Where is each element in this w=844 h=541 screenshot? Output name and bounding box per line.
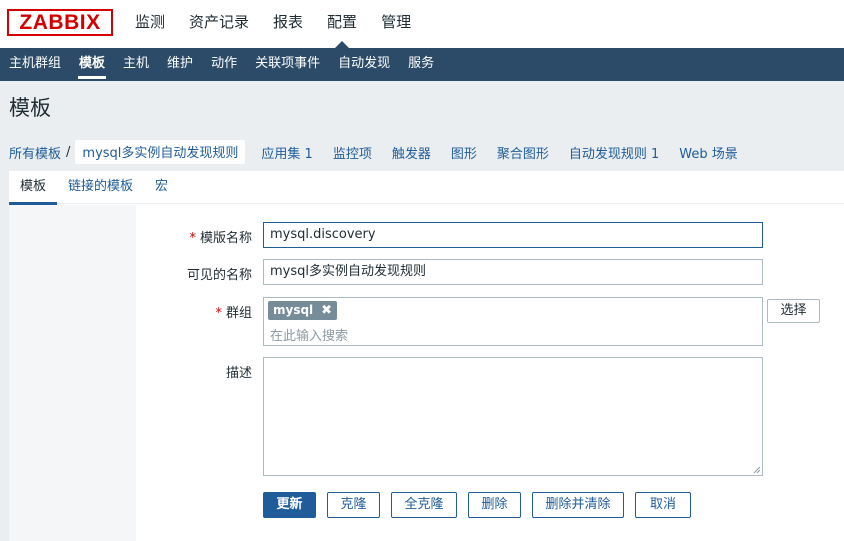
group-tag-label: mysql [273,303,314,317]
sub-menu-templates[interactable]: 模板 [70,48,114,81]
description-textarea[interactable] [263,357,763,476]
resize-grip-icon[interactable] [753,466,761,474]
sub-menu-discovery[interactable]: 自动发现 [329,48,399,81]
group-search-input[interactable]: 在此输入搜索 [270,325,348,344]
cancel-button[interactable]: 取消 [635,492,691,518]
page-title: 模板 [9,96,51,120]
sub-menu: 主机群组 模板 主机 维护 动作 关联项事件 自动发现 服务 [0,48,844,81]
template-name-input[interactable]: mysql.discovery [263,222,763,248]
visible-name-label: 可见的名称 [186,268,252,283]
tab-macros[interactable]: 宏 [144,171,179,204]
select-groups-button[interactable]: 选择 [767,299,820,323]
template-form-panel: 模板 链接的模板 宏 * 模版名称 mysql.discovery 可见的名称 m… [9,171,844,541]
sub-menu-correlation[interactable]: 关联项事件 [246,48,329,81]
required-mark: * [189,231,196,246]
tab-template[interactable]: 模板 [9,171,58,205]
link-triggers[interactable]: 触发器 [392,143,431,162]
breadcrumb-current-template[interactable]: mysql多实例自动发现规则 [75,140,246,164]
form-actions: 更新 克隆 全克隆 删除 删除并清除 取消 [263,492,702,518]
full-clone-button[interactable]: 全克隆 [391,492,457,518]
main-menu: 监测 资产记录 报表 配置 管理 [123,0,423,48]
main-menu-reports[interactable]: 报表 [261,0,315,48]
groups-multiselect[interactable]: mysql ✖ 在此输入搜索 [263,297,763,346]
link-applications[interactable]: 应用集 1 [261,143,312,162]
link-items[interactable]: 监控项 [333,143,372,162]
template-name-label: * 模版名称 [189,231,252,246]
update-button[interactable]: 更新 [263,492,316,518]
sub-menu-hosts[interactable]: 主机 [114,48,158,81]
sub-menu-maintenance[interactable]: 维护 [158,48,202,81]
sub-menu-actions[interactable]: 动作 [202,48,246,81]
visible-name-input[interactable]: mysql多实例自动发现规则 [263,259,763,285]
tab-linked-templates[interactable]: 链接的模板 [57,171,144,204]
sub-menu-host-groups[interactable]: 主机群组 [0,48,70,81]
breadcrumb-separator: / [66,144,71,160]
main-menu-monitoring[interactable]: 监测 [123,0,177,48]
form-left-gutter [9,205,136,541]
groups-label: * 群组 [215,306,252,321]
group-tag: mysql ✖ [268,301,338,320]
top-header: ZABBIX 监测 资产记录 报表 配置 管理 [0,0,844,48]
link-discovery-rules[interactable]: 自动发现规则 1 [569,143,659,162]
required-mark: * [215,306,222,321]
delete-button[interactable]: 删除 [468,492,521,518]
clone-button[interactable]: 克隆 [327,492,380,518]
breadcrumb: 所有模板 / mysql多实例自动发现规则 应用集 1 监控项 触发器 图形 聚… [9,140,748,164]
breadcrumb-all-templates[interactable]: 所有模板 [9,143,61,162]
description-label: 描述 [225,366,252,381]
zabbix-logo[interactable]: ZABBIX [7,9,113,36]
main-menu-inventory[interactable]: 资产记录 [177,0,261,48]
remove-tag-icon[interactable]: ✖ [321,301,332,320]
link-graphs[interactable]: 图形 [451,143,477,162]
sub-menu-services[interactable]: 服务 [399,48,443,81]
main-menu-configuration[interactable]: 配置 [315,0,369,48]
form-tabs: 模板 链接的模板 宏 [9,171,844,205]
delete-and-clear-button[interactable]: 删除并清除 [532,492,624,518]
main-menu-administration[interactable]: 管理 [369,0,423,48]
link-web-scenarios[interactable]: Web 场景 [679,143,737,162]
link-screens[interactable]: 聚合图形 [497,143,549,162]
